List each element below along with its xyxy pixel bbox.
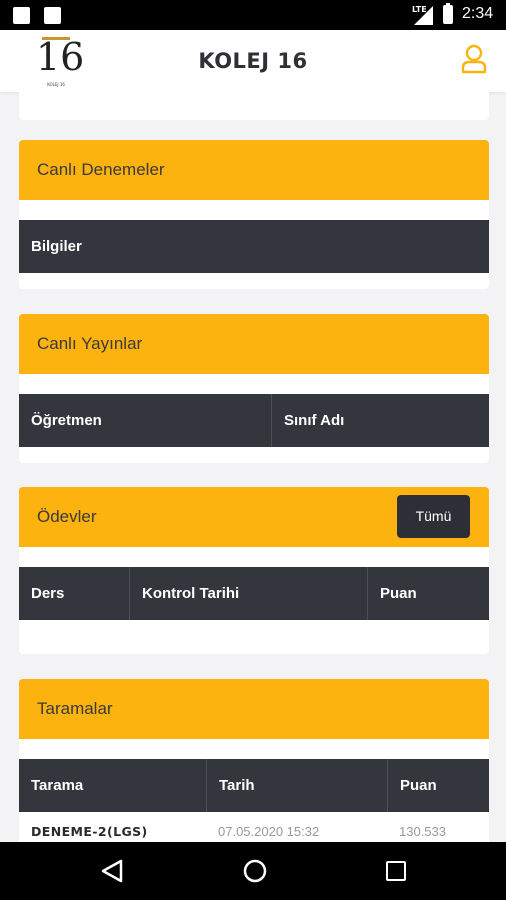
table-header: Öğretmen Sınıf Adı <box>19 394 489 447</box>
recent-apps-icon[interactable] <box>386 861 406 881</box>
column-header: Bilgiler <box>31 238 82 255</box>
column-header: Puan <box>367 567 489 620</box>
card-title: Canlı Yayınlar <box>37 334 143 353</box>
scan-date: 07.05.2020 15:32 <box>218 824 320 839</box>
previous-card <box>19 92 489 120</box>
card-header: Canlı Denemeler <box>19 140 489 200</box>
battery-icon <box>443 3 453 24</box>
table-row[interactable]: DENEME-2(LGS) 07.05.2020 15:32 130.533 <box>19 812 489 842</box>
navigation-bar <box>0 842 506 900</box>
app-title: KOLEJ 16 <box>198 49 308 73</box>
homework-card: Ödevler Tümü Ders Kontrol Tarihi Puan <box>19 487 489 654</box>
clock: 2:34 <box>462 5 494 22</box>
live-streams-card: Canlı Yayınlar Öğretmen Sınıf Adı <box>19 314 489 463</box>
live-exams-card: Canlı Denemeler Bilgiler <box>19 140 489 289</box>
status-bar: LTE 2:34 <box>0 0 506 30</box>
app-bar: 16 KOLEJ 16 KOLEJ 16 <box>0 30 506 92</box>
column-header: Puan <box>387 759 489 812</box>
signal-icon <box>414 6 433 25</box>
column-header: Öğretmen <box>31 412 102 429</box>
notification-icon <box>13 7 30 24</box>
table-header: Bilgiler <box>19 220 489 273</box>
dashboard-content[interactable]: Canlı Denemeler Bilgiler Canlı Yayınlar … <box>0 92 506 842</box>
card-title: Taramalar <box>37 699 113 718</box>
column-header: Tarih <box>206 759 387 812</box>
card-title: Ödevler <box>37 507 97 526</box>
table-header: Ders Kontrol Tarihi Puan <box>19 567 489 620</box>
back-icon[interactable] <box>101 859 123 883</box>
column-header: Kontrol Tarihi <box>129 567 367 620</box>
card-header: Taramalar <box>19 679 489 739</box>
scans-card: Taramalar Tarama Tarih Puan DENEME-2(LGS… <box>19 679 489 842</box>
scan-score: 130.533 <box>399 824 446 839</box>
home-icon[interactable] <box>243 859 267 883</box>
column-header: Ders <box>31 585 65 602</box>
table-header: Tarama Tarih Puan <box>19 759 489 812</box>
column-header: Tarama <box>31 777 84 794</box>
column-header: Sınıf Adı <box>271 394 489 447</box>
card-header: Canlı Yayınlar <box>19 314 489 374</box>
view-all-button[interactable]: Tümü <box>397 495 470 538</box>
notification-icon <box>44 7 61 24</box>
card-title: Canlı Denemeler <box>37 160 165 179</box>
card-header: Ödevler Tümü <box>19 487 489 547</box>
user-icon[interactable] <box>461 44 487 74</box>
scan-name: DENEME-2(LGS) <box>31 824 148 839</box>
